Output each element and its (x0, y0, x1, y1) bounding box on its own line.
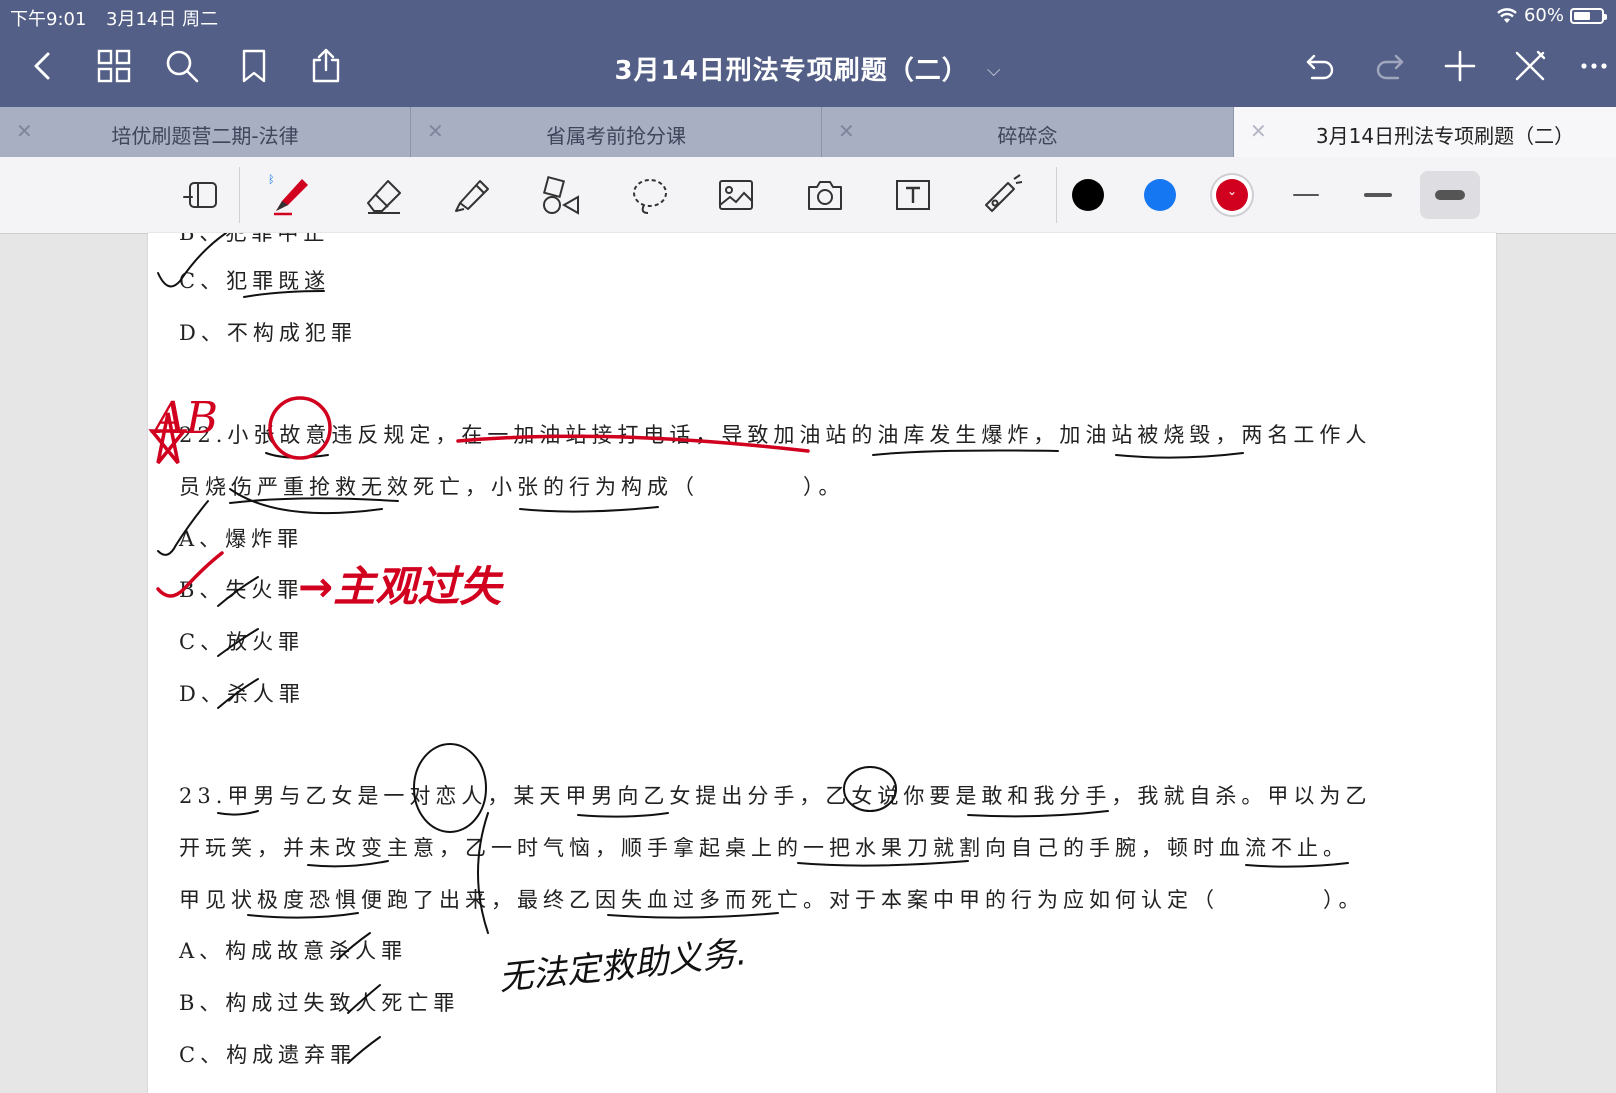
question-22-line-1: 22.小张故意违反规定，在一加油站接打电话，导致加油站的油库发生爆炸，加油站被烧… (179, 423, 1372, 447)
q22-option-a: A、爆炸罪 (179, 527, 304, 551)
handwritten-answer-mark: AB (154, 393, 219, 444)
option-b-previous: B、犯罪中止 (179, 233, 330, 245)
tab-label: 3月14日刑法专项刷题（二） (1315, 124, 1575, 148)
close-icon[interactable]: ✕ (1250, 119, 1267, 143)
handwritten-note-no-rescue-duty: 无法定救助义务. (496, 933, 749, 999)
document-page[interactable]: B、犯罪中止 C、犯罪既遂 D、不构成犯罪 22.小张故意违反规定，在一加油站接… (148, 233, 1496, 1093)
q22-option-b: B、失火罪 (179, 578, 304, 602)
top-bar: 下午9:01 3月14日 周二 60% 3月14日刑法专项刷题（二） ⌵ (0, 0, 1616, 107)
highlighter-icon[interactable] (446, 169, 498, 221)
color-blue-swatch[interactable] (1144, 179, 1176, 211)
tab-2[interactable]: ✕ 省属考前抢分课 (411, 107, 822, 157)
lasso-icon[interactable] (624, 169, 676, 221)
add-icon[interactable] (1440, 46, 1480, 86)
q22-option-d: D、杀人罪 (179, 682, 305, 706)
question-23-line-2: 开玩笑，并未改变主意，乙一时气恼，顺手拿起桌上的一把水果刀就割向自己的手腕，顿时… (179, 836, 1349, 860)
tab-label: 培优刷题营二期-法律 (111, 124, 299, 148)
tab-label: 省属考前抢分课 (546, 124, 686, 148)
question-23-line-1: 23.甲男与乙女是一对恋人，某天甲男向乙女提出分手，乙女说你要是敢和我分手，我就… (179, 784, 1372, 808)
status-date: 3月14日 周二 (106, 9, 219, 30)
redo-icon[interactable] (1370, 46, 1410, 86)
question-23-line-3: 甲见状极度恐惧便跑了出来，最终乙因失血过多而死亡。对于本案中甲的行为应如何认定（… (179, 888, 1365, 912)
chevron-down-icon: ⌄ (1226, 184, 1238, 198)
handwritten-note-subjective-negligence: →主观过失 (298, 562, 502, 611)
document-title-text: 3月14日刑法专项刷题（二） (614, 56, 969, 86)
color-red-swatch[interactable]: ⌄ (1216, 179, 1248, 211)
battery-icon (1570, 7, 1607, 24)
more-icon[interactable] (1574, 46, 1614, 86)
status-time: 下午9:01 (10, 9, 87, 30)
q23-option-b: B、构成过失致人死亡罪 (179, 991, 460, 1015)
wifi-icon (1497, 7, 1517, 23)
tab-label: 碎碎念 (997, 124, 1058, 148)
q23-option-a: A、构成故意杀人罪 (179, 939, 408, 963)
stroke-thin[interactable] (1276, 171, 1336, 219)
drawing-toolbar: ᛒ ⌄ (0, 157, 1616, 234)
close-pen-icon[interactable] (1510, 46, 1550, 86)
image-icon[interactable] (710, 169, 762, 221)
svg-text:ᛒ: ᛒ (268, 173, 275, 186)
tab-4-active[interactable]: ✕ 3月14日刑法专项刷题（二） (1234, 107, 1616, 157)
color-black-swatch[interactable] (1072, 179, 1104, 211)
tab-bar: ✕ 培优刷题营二期-法律 ✕ 省属考前抢分课 ✕ 碎碎念 ✕ 3月14日刑法专项… (0, 107, 1616, 157)
option-c-previous: C、犯罪既遂 (179, 269, 331, 293)
stroke-thick[interactable] (1420, 171, 1480, 219)
status-right: 60% (1496, 5, 1607, 26)
status-bar: 下午9:01 3月14日 周二 60% (0, 0, 1616, 32)
read-mode-icon[interactable] (176, 169, 228, 221)
text-box-icon[interactable] (887, 169, 939, 221)
undo-icon[interactable] (1300, 46, 1340, 86)
tab-1[interactable]: ✕ 培优刷题营二期-法律 (0, 107, 411, 157)
q22-option-c: C、放火罪 (179, 630, 305, 654)
chevron-down-icon[interactable]: ⌵ (987, 60, 1002, 81)
tab-3[interactable]: ✕ 碎碎念 (822, 107, 1234, 157)
stroke-medium[interactable] (1348, 171, 1408, 219)
eraser-icon[interactable] (358, 169, 410, 221)
q23-option-c: C、构成遗弃罪 (179, 1043, 357, 1067)
option-d-previous: D、不构成犯罪 (179, 321, 357, 345)
laser-pointer-icon[interactable] (976, 169, 1028, 221)
shapes-icon[interactable] (534, 169, 586, 221)
camera-icon[interactable] (799, 169, 851, 221)
question-22-line-2: 员烧伤严重抢救无效死亡，小张的行为构成（ ）。 (179, 475, 845, 499)
pen-icon[interactable]: ᛒ (264, 169, 316, 221)
battery-percent: 60% (1523, 5, 1564, 26)
